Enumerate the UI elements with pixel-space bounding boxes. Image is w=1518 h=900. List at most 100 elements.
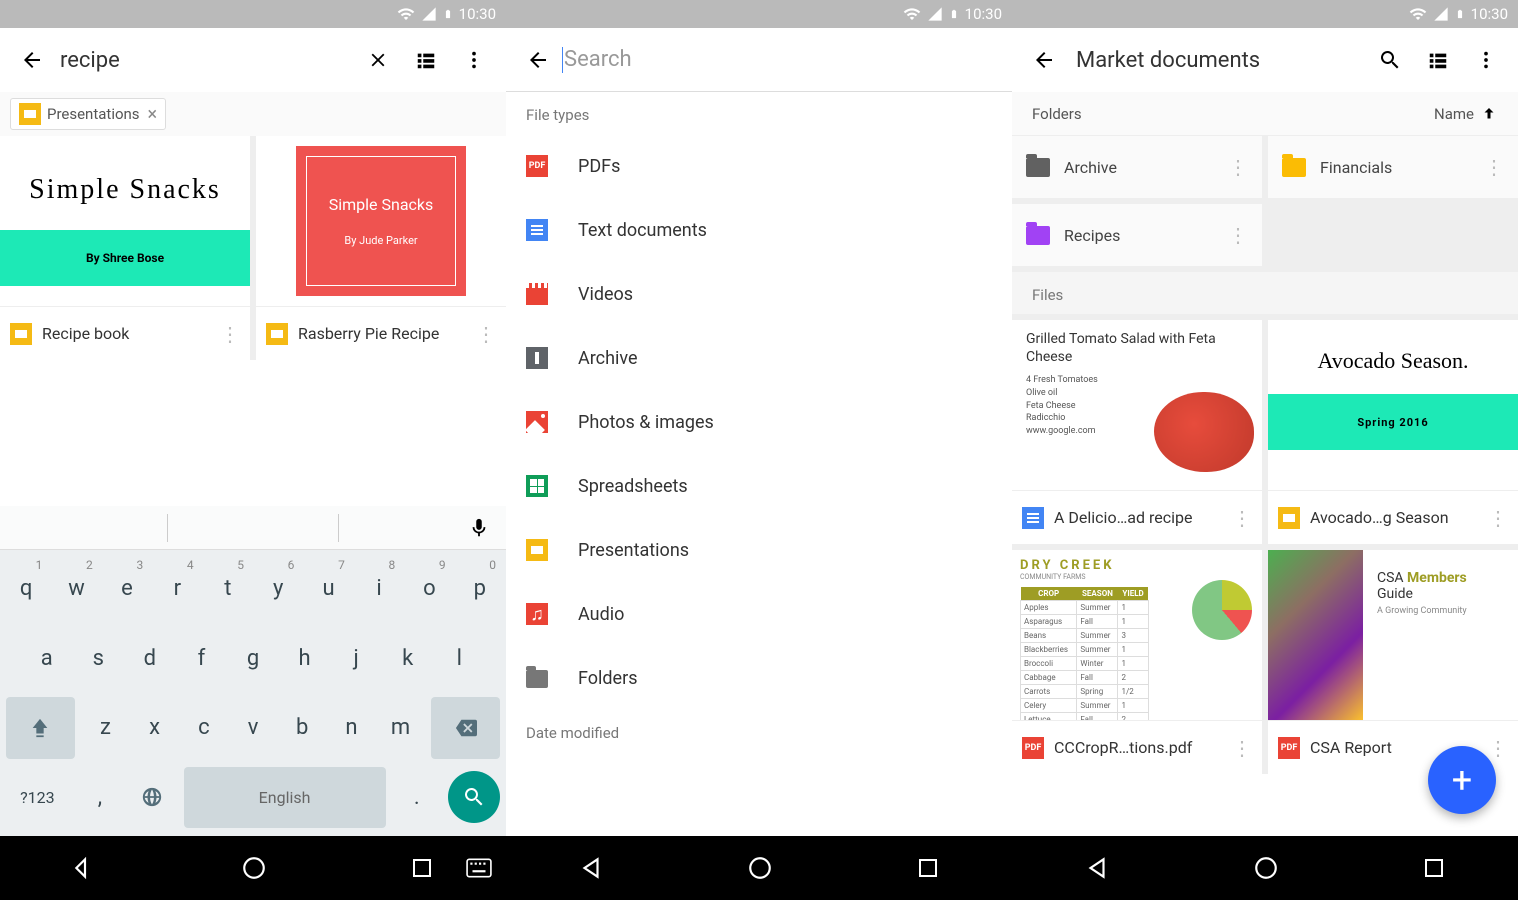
battery-icon [443, 5, 453, 23]
result-card[interactable]: Simple Snacks By Jude Parker Rasberry Pi… [256, 136, 506, 360]
chip-remove-icon[interactable]: × [148, 104, 158, 125]
nav-back-icon[interactable] [72, 855, 98, 881]
globe-key[interactable] [127, 763, 177, 833]
result-card[interactable]: Simple Snacks By Shree Bose Recipe book … [0, 136, 250, 360]
pdf-icon: PDF [526, 155, 548, 177]
nav-recent-icon[interactable] [916, 856, 940, 880]
folder-name: Archive [1064, 158, 1214, 177]
view-toggle-icon[interactable] [402, 36, 450, 84]
backspace-key[interactable] [431, 697, 500, 759]
mic-icon[interactable] [468, 517, 490, 539]
filetype-audio[interactable]: ♫Audio [506, 582, 1012, 646]
key-r[interactable]: r4 [153, 554, 201, 624]
folder-icon [1282, 158, 1306, 177]
back-icon[interactable] [8, 36, 56, 84]
folder-menu-icon[interactable]: ⋮ [1484, 155, 1504, 179]
key-n[interactable]: n [327, 715, 376, 740]
sheets-icon [526, 475, 548, 497]
key-y[interactable]: y6 [254, 554, 302, 624]
nav-back-icon[interactable] [578, 855, 604, 881]
key-a[interactable]: a [22, 624, 72, 694]
folder-icon [1026, 158, 1050, 177]
folder-recipes[interactable]: Recipes ⋮ [1012, 204, 1262, 266]
key-l[interactable]: l [434, 624, 484, 694]
phone-folder-view: 10:30 Market documents Folders Name Arch… [1012, 0, 1518, 900]
key-k[interactable]: k [383, 624, 433, 694]
key-i[interactable]: i8 [355, 554, 403, 624]
search-appbar [0, 28, 506, 92]
thumb-sub: A Growing Community [1377, 606, 1504, 616]
filetype-archive[interactable]: Archive [506, 326, 1012, 390]
nav-recent-icon[interactable] [1422, 856, 1446, 880]
filter-chip-presentations[interactable]: Presentations × [10, 98, 166, 130]
search-input[interactable] [56, 48, 354, 73]
folder-financials[interactable]: Financials ⋮ [1268, 136, 1518, 198]
search-input[interactable] [562, 47, 1004, 73]
key-d[interactable]: d [125, 624, 175, 694]
key-p[interactable]: p0 [456, 554, 504, 624]
nav-keyboard-icon[interactable] [466, 858, 492, 878]
search-key[interactable] [448, 771, 500, 823]
key-o[interactable]: o9 [405, 554, 453, 624]
key-u[interactable]: u7 [304, 554, 352, 624]
key-q[interactable]: q1 [2, 554, 50, 624]
view-toggle-icon[interactable] [1414, 36, 1462, 84]
nav-recent-icon[interactable] [410, 856, 434, 880]
key-x[interactable]: x [130, 715, 179, 740]
key-j[interactable]: j [331, 624, 381, 694]
file-menu-icon[interactable]: ⋮ [1232, 736, 1252, 760]
file-title: Avocado…g Season [1310, 508, 1478, 527]
key-m[interactable]: m [376, 715, 425, 740]
clear-icon[interactable] [354, 36, 402, 84]
file-menu-icon[interactable]: ⋮ [1232, 506, 1252, 530]
back-icon[interactable] [1020, 36, 1068, 84]
overflow-icon[interactable] [1462, 36, 1510, 84]
file-menu-icon[interactable]: ⋮ [1488, 506, 1508, 530]
nav-home-icon[interactable] [1253, 855, 1279, 881]
key-s[interactable]: s [74, 624, 124, 694]
file-card[interactable]: Grilled Tomato Salad with Feta Cheese 4 … [1012, 320, 1262, 544]
key-v[interactable]: v [228, 715, 277, 740]
shift-key[interactable] [6, 697, 75, 759]
nav-home-icon[interactable] [241, 855, 267, 881]
filetype-slides[interactable]: Presentations [506, 518, 1012, 582]
period-key[interactable]: . [392, 763, 442, 833]
nav-back-icon[interactable] [1084, 855, 1110, 881]
key-g[interactable]: g [228, 624, 278, 694]
key-t[interactable]: t5 [204, 554, 252, 624]
signal-icon [927, 6, 943, 22]
file-card[interactable]: Avocado Season. Spring 2016 Avocado…g Se… [1268, 320, 1518, 544]
folder-menu-icon[interactable]: ⋮ [1228, 155, 1248, 179]
space-key[interactable]: English [184, 767, 386, 829]
key-e[interactable]: e3 [103, 554, 151, 624]
filetype-folders[interactable]: Folders [506, 646, 1012, 710]
back-icon[interactable] [514, 36, 562, 84]
file-card[interactable]: DRY CREEK COMMUNITY FARMS CROPSEASONYIEL… [1012, 550, 1262, 774]
file-card[interactable]: CSA Members Guide A Growing Community PD… [1268, 550, 1518, 774]
filetype-pdfs[interactable]: PDFPDFs [506, 134, 1012, 198]
symbols-key[interactable]: ?123 [2, 763, 73, 833]
folder-menu-icon[interactable]: ⋮ [1228, 223, 1248, 247]
archive-icon [526, 347, 548, 369]
search-icon[interactable] [1366, 36, 1414, 84]
filetype-sheets[interactable]: Spreadsheets [506, 454, 1012, 518]
nav-home-icon[interactable] [747, 855, 773, 881]
key-b[interactable]: b [278, 715, 327, 740]
card-menu-icon[interactable]: ⋮ [220, 322, 240, 346]
sort-toggle[interactable]: Name [1434, 105, 1498, 123]
folder-archive[interactable]: Archive ⋮ [1012, 136, 1262, 198]
filetype-videos[interactable]: Videos [506, 262, 1012, 326]
file-menu-icon[interactable]: ⋮ [1488, 736, 1508, 760]
filetype-photos[interactable]: Photos & images [506, 390, 1012, 454]
comma-key[interactable]: , [75, 763, 125, 833]
key-w[interactable]: w2 [52, 554, 100, 624]
filetype-docs[interactable]: Text documents [506, 198, 1012, 262]
fab-add[interactable]: + [1428, 746, 1496, 814]
overflow-icon[interactable] [450, 36, 498, 84]
card-menu-icon[interactable]: ⋮ [476, 322, 496, 346]
key-h[interactable]: h [280, 624, 330, 694]
card-title: Rasberry Pie Recipe [298, 324, 466, 343]
key-f[interactable]: f [177, 624, 227, 694]
key-c[interactable]: c [179, 715, 228, 740]
key-z[interactable]: z [81, 715, 130, 740]
